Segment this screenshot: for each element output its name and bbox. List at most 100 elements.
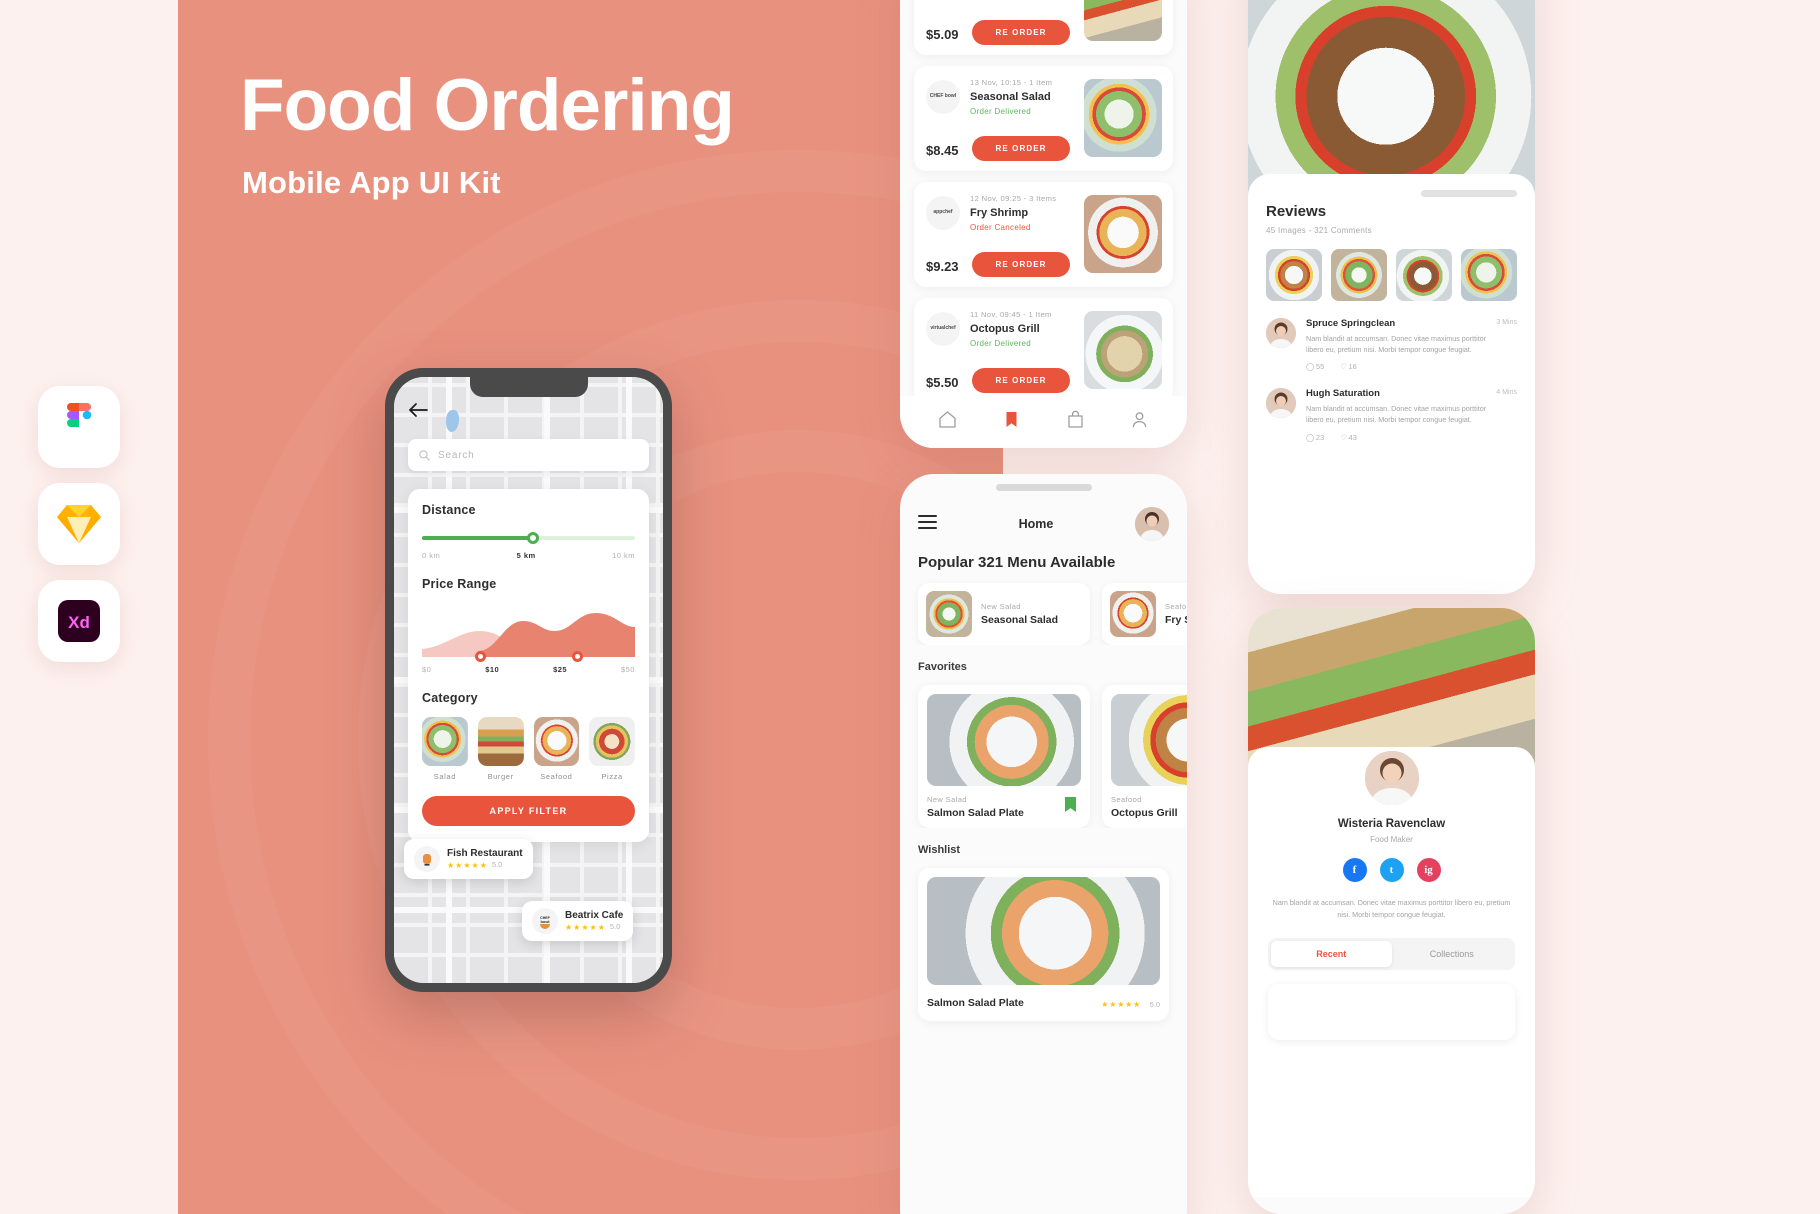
- page-subtitle: Mobile App UI Kit: [242, 165, 501, 200]
- comment-count[interactable]: ◯ 55: [1306, 362, 1324, 371]
- nav-profile[interactable]: [1130, 410, 1149, 434]
- category-item-burger[interactable]: Burger: [477, 717, 524, 781]
- rating-score: 5.0: [609, 922, 621, 931]
- reviewer-name: Hugh Saturation: [1306, 388, 1380, 400]
- distance-value: 5 km: [516, 551, 536, 560]
- profile-avatar[interactable]: [1360, 747, 1423, 809]
- tab-collections[interactable]: Collections: [1392, 941, 1513, 967]
- review-text: Nam blandit at accumsan. Donec vitae max…: [1306, 334, 1487, 355]
- review-time: 3 Mins: [1496, 319, 1517, 326]
- review-image[interactable]: [1461, 249, 1517, 301]
- nav-bookmark[interactable]: [1002, 410, 1021, 434]
- phone-notch: [995, 484, 1092, 491]
- slider-handle[interactable]: [526, 532, 539, 544]
- comment-count[interactable]: ◯ 23: [1306, 433, 1324, 442]
- sheet-drag-handle[interactable]: [1421, 190, 1517, 197]
- svg-text:Xd: Xd: [68, 613, 90, 632]
- twitter-icon[interactable]: t: [1379, 858, 1404, 882]
- order-card[interactable]: CHEF bowl 13 Nov, 10:15 - 1 Item Seasonal …: [914, 66, 1173, 171]
- facebook-icon[interactable]: f: [1342, 858, 1367, 882]
- profile-role: Food Maker: [1370, 835, 1413, 844]
- re-order-button[interactable]: RE ORDER: [972, 252, 1070, 277]
- wishlist-thumbnail: [927, 877, 1160, 985]
- popular-menu-card[interactable]: Seafood Fry Shrimp: [1102, 583, 1187, 645]
- wishlist-item-name: Salmon Salad Plate: [927, 997, 1024, 1009]
- phone-home-screen: Home Popular 321 Menu Available New Sala…: [900, 474, 1187, 1214]
- menu-category: New Salad: [981, 602, 1021, 611]
- category-item-pizza[interactable]: Pizza: [589, 717, 635, 781]
- profile-bio: Nam blandit at accumsan. Donec vitae max…: [1272, 898, 1511, 919]
- order-card[interactable]: virtualchef 11 Nov, 09:45 - 1 Item Octopus…: [914, 298, 1173, 403]
- search-icon: [419, 449, 430, 461]
- filter-sheet: Distance 0 km 5 km 10 km Price Range $0 …: [408, 489, 649, 842]
- category-item-seafood[interactable]: Seafood: [533, 717, 580, 781]
- favorite-thumbnail: [927, 694, 1081, 786]
- favorite-card[interactable]: New Salad Salmon Salad Plate: [918, 685, 1090, 828]
- price-handle-high[interactable]: [572, 651, 584, 662]
- order-card[interactable]: Order Delivered$5.09RE ORDER: [914, 0, 1173, 55]
- back-button[interactable]: [408, 403, 428, 422]
- review-item: Hugh Saturation 4 Mins Nam blandit at accu…: [1266, 388, 1517, 442]
- order-status: Order Delivered: [970, 339, 1031, 348]
- price-tick: $10: [485, 665, 500, 674]
- like-count[interactable]: ♡ 43: [1340, 433, 1357, 442]
- search-input[interactable]: Search: [408, 439, 649, 471]
- review-image[interactable]: [1331, 249, 1387, 301]
- re-order-button[interactable]: RE ORDER: [972, 368, 1070, 393]
- sketch-glyph: [57, 505, 101, 543]
- restaurant-name: Fish Restaurant: [447, 848, 523, 859]
- search-placeholder: Search: [438, 449, 475, 461]
- nav-home[interactable]: [938, 410, 957, 434]
- profile-avatar-image: [1364, 751, 1419, 805]
- re-order-button[interactable]: RE ORDER: [972, 20, 1070, 45]
- order-title: Octopus Grill: [970, 323, 1040, 335]
- sketch-icon[interactable]: [38, 483, 120, 565]
- home-headline: Popular 321 Menu Available: [918, 554, 1116, 571]
- phone-notch: [469, 377, 588, 397]
- order-price: $9.23: [926, 259, 959, 274]
- hamburger-icon[interactable]: [918, 515, 937, 533]
- avatar[interactable]: [1135, 507, 1169, 541]
- map-restaurant-card[interactable]: CHEF bowl Beatrix Cafe ★★★★★ 5.0: [522, 901, 634, 941]
- price-range-chart[interactable]: [422, 605, 635, 662]
- social-links[interactable]: f t ig: [1268, 858, 1515, 882]
- order-title: Fry Shrimp: [970, 207, 1029, 219]
- distance-slider[interactable]: [422, 532, 635, 544]
- popular-menu-list[interactable]: New Salad Seasonal Salad Seafood Fry Shrimp: [900, 571, 1187, 645]
- wishlist-item[interactable]: Salmon Salad Plate ★★★★★ 5.0: [918, 868, 1169, 1021]
- favorite-category: New Salad: [927, 795, 967, 804]
- re-order-button[interactable]: RE ORDER: [972, 136, 1070, 161]
- category-label: Seafood: [540, 772, 573, 781]
- rating-stars: ★★★★★: [565, 923, 606, 932]
- price-handle-low[interactable]: [474, 651, 486, 662]
- like-count[interactable]: ♡ 16: [1340, 362, 1357, 371]
- phone-filter-screen: Search Distance 0 km 5 km 10 km Price Ra…: [385, 368, 672, 992]
- instagram-icon[interactable]: ig: [1416, 858, 1441, 882]
- tab-recent[interactable]: Recent: [1271, 940, 1392, 967]
- category-label: Pizza: [601, 772, 623, 781]
- figma-icon[interactable]: [38, 386, 120, 468]
- phone-orders-screen: Order Delivered $5.09 RE ORDER CHEF bowl 13 …: [900, 0, 1187, 448]
- profile-content-card[interactable]: [1268, 983, 1515, 1040]
- menu-thumbnail: [1110, 591, 1156, 637]
- price-scale: $0 $10 $25 $50: [422, 665, 635, 674]
- map-restaurant-card[interactable]: Fish Restaurant ★★★★★ 5.0: [404, 839, 533, 879]
- review-image[interactable]: [1266, 249, 1322, 301]
- category-label: Salad: [433, 772, 456, 781]
- restaurant-logo: [414, 846, 440, 872]
- review-image[interactable]: [1396, 249, 1452, 301]
- favorites-list[interactable]: New Salad Salmon Salad Plate Seafood Octopu…: [900, 673, 1187, 828]
- order-card[interactable]: appchef 12 Nov, 09:25 - 3 Items Fry Shrimp…: [914, 182, 1173, 287]
- apply-filter-button[interactable]: APPLY FILTER: [422, 796, 635, 826]
- phone-reviews-screen: Reviews 45 Images - 321 Comments Spruce …: [1248, 0, 1535, 594]
- favorite-card[interactable]: Seafood Octopus Grill: [1102, 685, 1187, 828]
- rating-stars: ★★★★★: [1101, 1000, 1142, 1009]
- restaurant-name: Beatrix Cafe: [565, 910, 624, 921]
- adobe-xd-icon[interactable]: Xd: [38, 580, 120, 662]
- menu-category: Seafood: [1165, 602, 1187, 611]
- nav-bag[interactable]: [1066, 410, 1085, 434]
- review-images-row[interactable]: [1266, 249, 1517, 301]
- profile-tabs[interactable]: Recent Collections: [1268, 937, 1515, 970]
- category-item-salad[interactable]: Salad: [422, 717, 468, 781]
- popular-menu-card[interactable]: New Salad Seasonal Salad: [918, 583, 1090, 645]
